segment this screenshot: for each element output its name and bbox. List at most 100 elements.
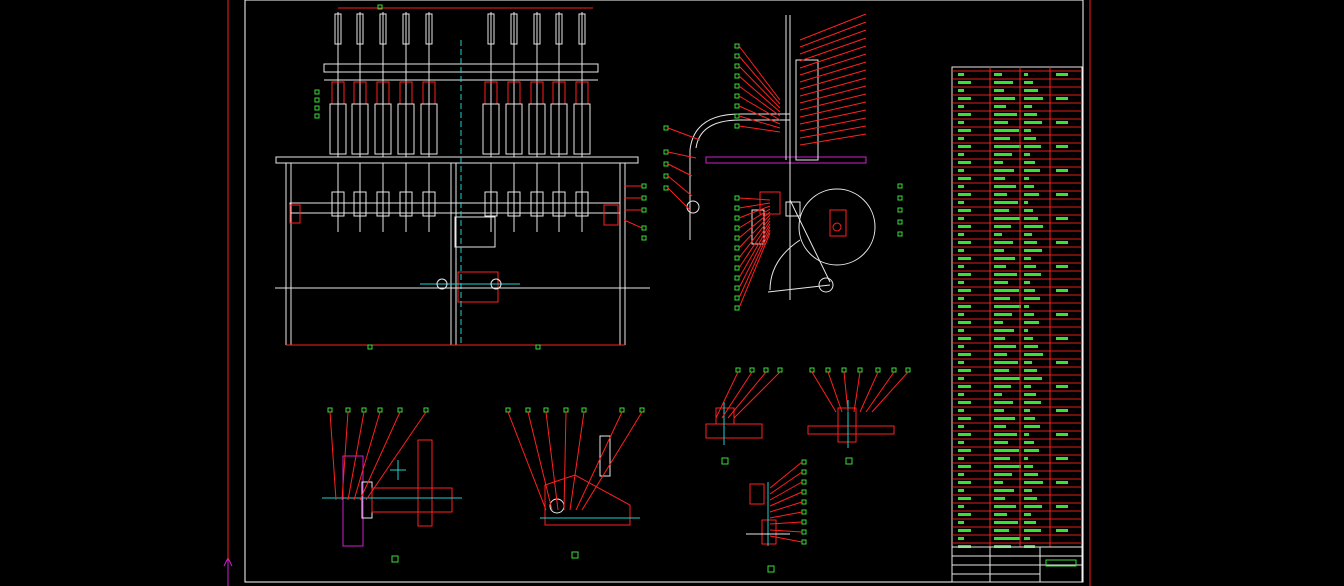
bom-cell	[958, 433, 971, 436]
balloon-marker	[734, 265, 740, 271]
bom-cell	[994, 297, 1010, 300]
bom-cell	[1024, 537, 1030, 540]
bom-cell	[1024, 193, 1039, 196]
balloon-marker	[735, 367, 741, 373]
bom-cell	[1024, 185, 1034, 188]
balloon-marker	[581, 407, 587, 413]
bom-cell	[994, 89, 1004, 92]
bom-cell	[994, 465, 1021, 468]
balloon-marker	[361, 407, 367, 413]
balloon-marker	[423, 407, 429, 413]
bom-cell	[994, 193, 1007, 196]
bom-cell	[994, 393, 1002, 396]
bom-cell	[958, 153, 964, 156]
bom-cell	[958, 129, 971, 132]
balloon-marker	[749, 367, 755, 373]
bom-cell	[958, 409, 964, 412]
spindle-assembly	[528, 12, 546, 232]
balloon-marker	[734, 103, 740, 109]
spindle-assembly	[329, 12, 347, 232]
balloon-marker	[734, 285, 740, 291]
bom-cell	[994, 521, 1018, 524]
balloon-marker	[801, 469, 807, 475]
bom-cell	[958, 249, 964, 252]
bom-cell	[958, 273, 971, 276]
bom-cell	[958, 89, 964, 92]
bom-cell	[958, 321, 971, 324]
bom-cell	[958, 233, 964, 236]
bom-cell	[994, 113, 1017, 116]
bom-cell	[1024, 169, 1040, 172]
title-block	[951, 546, 1083, 583]
bom-cell	[994, 289, 1019, 292]
balloon-marker	[734, 63, 740, 69]
bom-cell	[958, 289, 971, 292]
balloon-marker	[891, 367, 897, 373]
bom-cell	[1056, 265, 1068, 268]
balloon-marker	[734, 123, 740, 129]
leader-line	[799, 101, 867, 118]
balloon-marker	[734, 275, 740, 281]
spindle-assembly	[351, 12, 369, 232]
bom-cell	[958, 393, 964, 396]
bom-cell	[958, 529, 971, 532]
balloon-marker	[377, 407, 383, 413]
bom-cell	[1056, 361, 1068, 364]
bom-cell	[994, 121, 1008, 124]
balloon-marker	[841, 367, 847, 373]
bom-cell	[958, 537, 964, 540]
detail-view-3	[705, 367, 783, 465]
bom-cell	[1024, 161, 1035, 164]
balloon-marker	[734, 235, 740, 241]
bom-cell	[1024, 521, 1036, 524]
bom-cell	[958, 201, 964, 204]
leader-line	[799, 125, 867, 139]
bom-cell	[1024, 457, 1028, 460]
bom-cell	[1024, 329, 1028, 332]
bom-cell	[958, 457, 964, 460]
spindle-assembly	[420, 12, 438, 232]
bom-cell	[994, 345, 1016, 348]
bom-cell	[994, 377, 1020, 380]
bom-cell	[958, 497, 971, 500]
bom-cell	[958, 185, 964, 188]
bom-cell	[994, 73, 1002, 76]
bom-cell	[958, 305, 971, 308]
balloon-marker	[563, 407, 569, 413]
bom-cell	[1024, 281, 1030, 284]
bom-cell	[994, 321, 1003, 324]
bom-cell	[958, 345, 964, 348]
bom-cell	[1024, 425, 1040, 428]
bom-cell	[958, 145, 971, 148]
bom-cell	[958, 257, 971, 260]
bom-cell	[1024, 233, 1032, 236]
bom-cell	[1056, 529, 1068, 532]
bom-cell	[994, 313, 1012, 316]
bom-cell	[1024, 249, 1042, 252]
leader-line	[799, 133, 867, 146]
bom-cell	[1024, 417, 1035, 420]
bom-cell	[1024, 113, 1037, 116]
bom-cell	[958, 385, 971, 388]
bom-cell	[1024, 209, 1033, 212]
bom-cell	[958, 441, 964, 444]
bom-cell	[958, 353, 971, 356]
bom-cell	[1056, 313, 1068, 316]
spindle-assembly	[397, 12, 415, 232]
balloon-marker	[801, 509, 807, 515]
bom-cell	[994, 481, 1003, 484]
bom-cell	[958, 121, 964, 124]
balloon-marker	[801, 519, 807, 525]
detail-view-4	[807, 367, 911, 465]
bom-cell	[994, 513, 1007, 516]
bom-cell	[1024, 449, 1039, 452]
balloon-marker	[777, 367, 783, 373]
balloon-marker	[801, 489, 807, 495]
bom-cell	[994, 257, 1015, 260]
ucs-axis-icon	[223, 556, 233, 586]
bom-cell	[994, 97, 1015, 100]
balloon-marker	[857, 367, 863, 373]
bom-cell	[958, 209, 971, 212]
balloon-marker	[734, 113, 740, 119]
bom-cell	[1024, 337, 1033, 340]
